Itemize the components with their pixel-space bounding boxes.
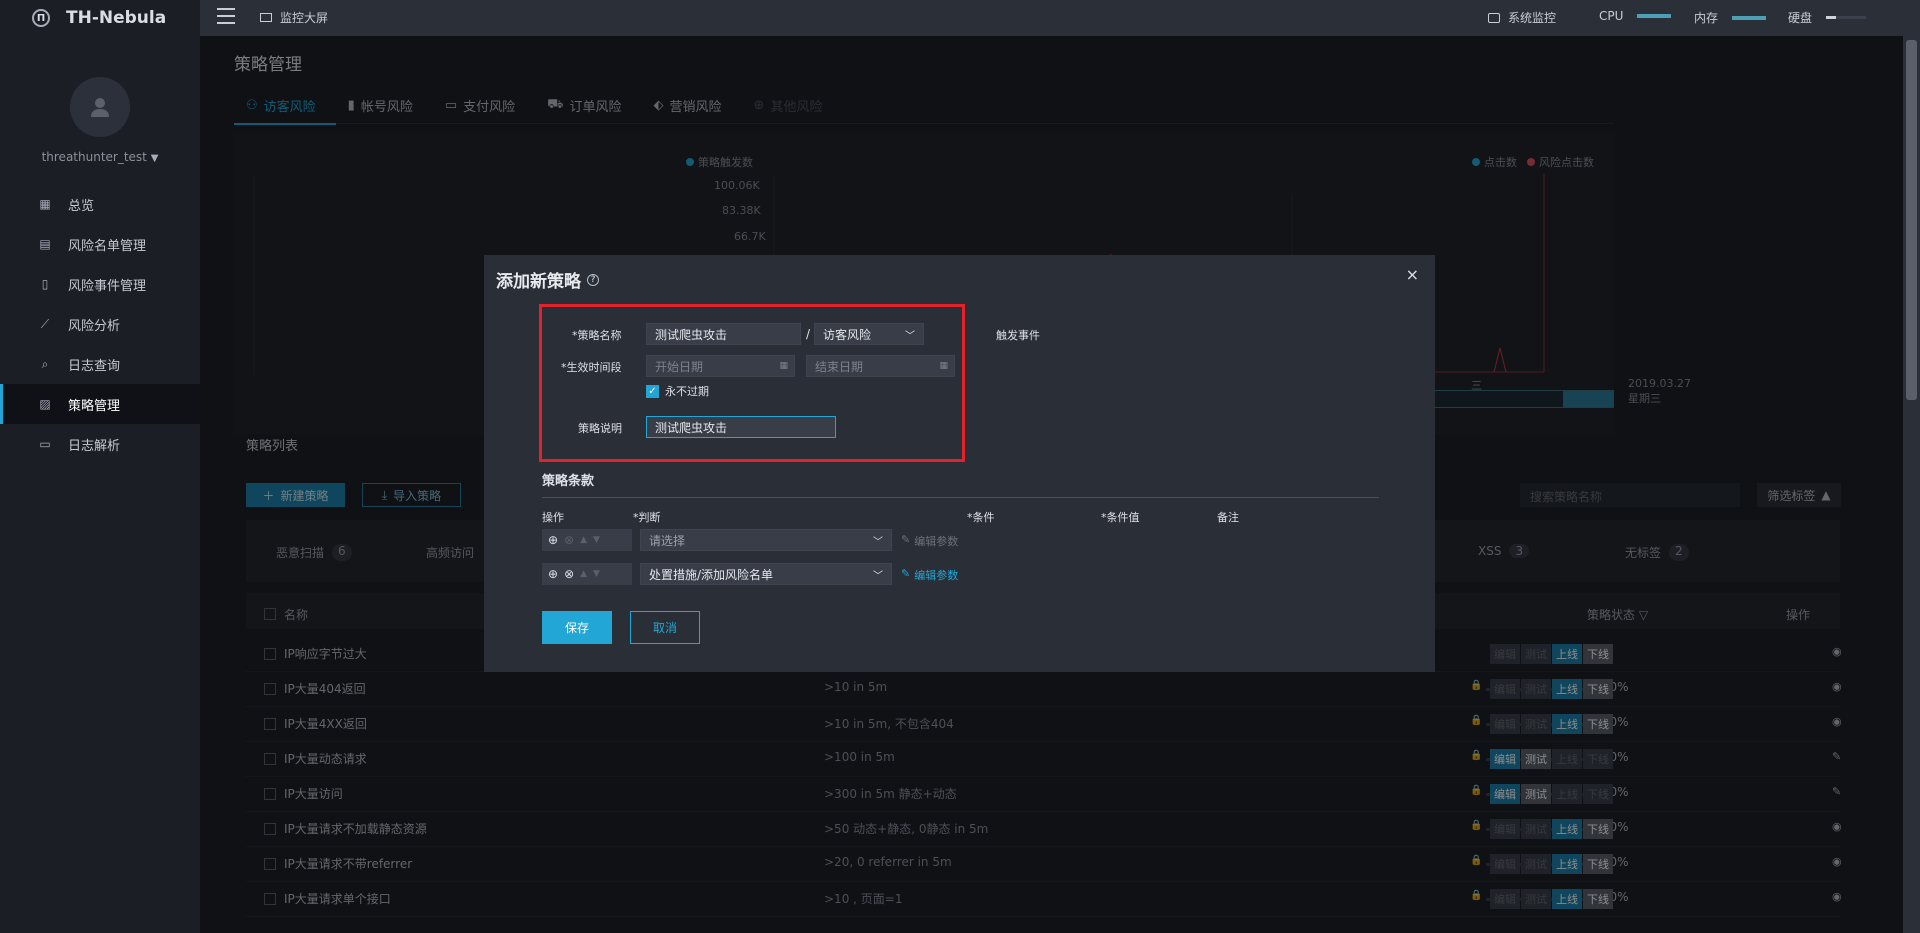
- description-label: 策略说明: [578, 422, 622, 435]
- sidebar-item-label: 风险分析: [68, 318, 121, 334]
- logo-icon: Π: [32, 9, 50, 27]
- top-bar: 监控大屏 系统监控 CPU 内存 硬盘: [200, 0, 1920, 36]
- monitor-label: 监控大屏: [280, 11, 329, 25]
- chevron-down-icon: ﹀: [905, 330, 915, 342]
- page-scrollbar[interactable]: [1903, 36, 1920, 933]
- system-monitor-link[interactable]: 系统监控: [1488, 9, 1556, 26]
- cpu-label: CPU: [1599, 9, 1624, 23]
- monitor-icon: [260, 13, 272, 22]
- memory-meter: 内存: [1694, 9, 1767, 26]
- sidebar-item-risk-analysis[interactable]: ⟋ 风险分析: [0, 304, 200, 344]
- line-chart-icon: ⟋: [40, 316, 50, 331]
- edit-params-link-1[interactable]: ✎ 编辑参数: [901, 533, 958, 549]
- app-logo[interactable]: Π TH-Nebula: [32, 8, 166, 28]
- strategy-name-input[interactable]: 测试爬虫攻击: [646, 323, 801, 345]
- trigger-event-label: 触发事件: [996, 329, 1040, 342]
- sidebar-item-label: 风险名单管理: [68, 238, 147, 254]
- sidebar-menu: ▦ 总览 ▤ 风险名单管理 ▯ 风险事件管理 ⟋ 风险分析 ⌕ 日志查询 ▨ 策…: [0, 184, 200, 464]
- close-icon[interactable]: ×: [1406, 265, 1419, 284]
- row-ops-2: ⊕ ⊗ ▲ ▼: [542, 563, 632, 585]
- strategy-name-label: *策略名称: [572, 329, 622, 342]
- end-date-input[interactable]: 结束日期 ▦: [806, 355, 955, 377]
- file-icon: ▭: [39, 437, 51, 451]
- sidebar-item-risk-list[interactable]: ▤ 风险名单管理: [0, 224, 200, 264]
- search-icon: ⌕: [41, 356, 49, 371]
- col-condition-value: *条件值: [1101, 511, 1140, 524]
- period-label: *生效时间段: [561, 361, 622, 374]
- remove-row-icon[interactable]: ⊗: [564, 533, 574, 547]
- name-separator: /: [806, 327, 811, 341]
- memory-bar: [1732, 15, 1767, 20]
- judge-select-2[interactable]: 处置措施/添加风险名单 ﹀: [640, 563, 892, 585]
- chevron-down-icon: ﹀: [873, 570, 883, 582]
- caret-down-icon: ▼: [150, 153, 159, 164]
- strategy-icon: ▨: [39, 397, 51, 411]
- help-icon[interactable]: ?: [587, 273, 599, 286]
- cpu-bar: [1637, 14, 1672, 18]
- scrollbar-thumb[interactable]: [1906, 40, 1917, 400]
- disk-meter: 硬盘: [1788, 9, 1867, 26]
- disk-label: 硬盘: [1788, 11, 1813, 25]
- document-icon: ▯: [41, 277, 49, 291]
- system-monitor-label: 系统监控: [1508, 11, 1557, 25]
- calendar-icon: ▦: [939, 361, 948, 371]
- pencil-icon: ✎: [901, 533, 911, 546]
- move-up-icon[interactable]: ▲: [580, 569, 587, 579]
- cpu-meter: CPU: [1599, 9, 1672, 23]
- section-divider: [542, 497, 1379, 498]
- remove-row-icon[interactable]: ⊗: [564, 567, 574, 581]
- start-date-input[interactable]: 开始日期 ▦: [646, 355, 795, 377]
- move-down-icon[interactable]: ▼: [593, 569, 600, 579]
- judge-select-1[interactable]: 请选择 ﹀: [640, 529, 892, 551]
- user-menu[interactable]: threathunter_test ▼: [0, 150, 200, 164]
- sidebar-item-log-query[interactable]: ⌕ 日志查询: [0, 344, 200, 384]
- move-up-icon[interactable]: ▲: [580, 535, 587, 545]
- user-icon: [91, 98, 109, 117]
- add-row-icon[interactable]: ⊕: [548, 533, 558, 547]
- sidebar-item-label: 日志解析: [68, 438, 121, 454]
- list-card-icon: ▤: [39, 237, 51, 251]
- grid-icon: ▦: [39, 197, 51, 211]
- edit-params-link-2[interactable]: ✎ 编辑参数: [901, 567, 958, 583]
- monitor-screen-link[interactable]: 监控大屏: [260, 9, 328, 26]
- cancel-button[interactable]: 取消: [630, 611, 700, 644]
- pencil-icon: ✎: [901, 567, 911, 580]
- checkbox-checked-icon: ✓: [646, 384, 659, 398]
- sidebar-item-log-parse[interactable]: ▭ 日志解析: [0, 424, 200, 464]
- col-operation: 操作: [542, 511, 564, 524]
- sidebar-item-risk-events[interactable]: ▯ 风险事件管理: [0, 264, 200, 304]
- clauses-section-title: 策略条款: [542, 474, 595, 489]
- row-ops-1: ⊕ ⊗ ▲ ▼: [542, 529, 632, 551]
- app-name: TH-Nebula: [66, 8, 167, 28]
- system-monitor-icon: [1488, 12, 1500, 23]
- col-condition: *条件: [967, 511, 995, 524]
- hamburger-menu-icon[interactable]: [217, 8, 235, 24]
- add-row-icon[interactable]: ⊕: [548, 567, 558, 581]
- sidebar-item-label: 风险事件管理: [68, 278, 147, 294]
- sidebar-item-label: 日志查询: [68, 358, 121, 374]
- move-down-icon[interactable]: ▼: [593, 535, 600, 545]
- sidebar-item-overview[interactable]: ▦ 总览: [0, 184, 200, 224]
- save-button[interactable]: 保存: [542, 611, 612, 644]
- col-remark: 备注: [1217, 511, 1239, 524]
- sidebar: Π TH-Nebula threathunter_test ▼ ▦ 总览 ▤ 风…: [0, 0, 200, 933]
- col-judge: *判断: [633, 511, 661, 524]
- description-input[interactable]: 测试爬虫攻击: [646, 416, 836, 438]
- dialog-title: 添加新策略 ?: [496, 267, 599, 292]
- avatar[interactable]: [70, 77, 130, 137]
- risk-category-select[interactable]: 访客风险 ﹀: [814, 323, 924, 345]
- sidebar-item-label: 策略管理: [68, 398, 121, 414]
- sidebar-item-label: 总览: [68, 198, 95, 214]
- add-strategy-dialog: 添加新策略 ? × *策略名称 测试爬虫攻击 / 访客风险 ﹀ 触发事件 *生效时…: [484, 255, 1435, 672]
- calendar-icon: ▦: [779, 361, 788, 371]
- username: threathunter_test: [41, 150, 147, 164]
- disk-bar: [1826, 16, 1867, 19]
- memory-label: 内存: [1694, 11, 1719, 25]
- sidebar-item-strategy[interactable]: ▨ 策略管理: [0, 384, 200, 424]
- chevron-down-icon: ﹀: [873, 536, 883, 548]
- never-expire-checkbox[interactable]: ✓ 永不过期: [646, 383, 709, 399]
